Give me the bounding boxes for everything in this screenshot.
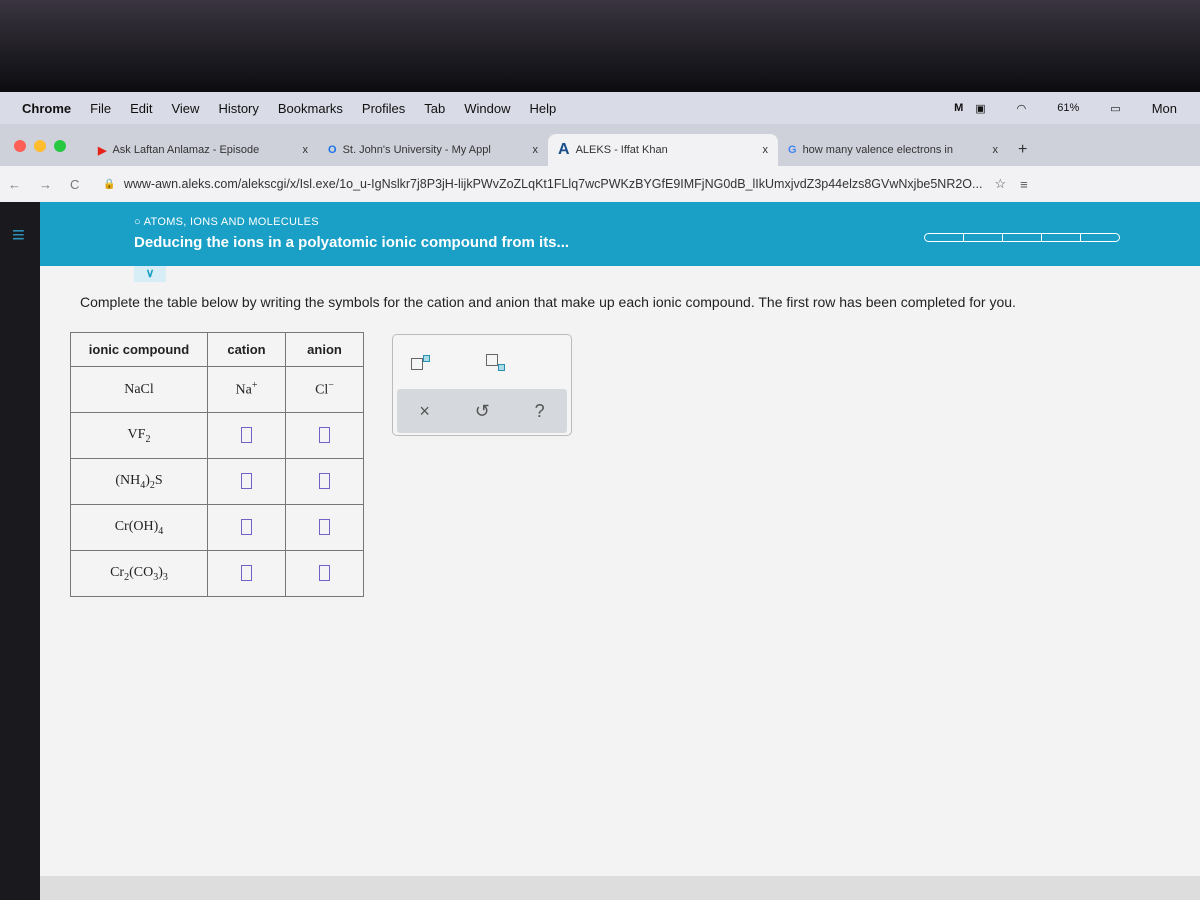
circle-o-icon: O xyxy=(328,144,337,156)
page-title: Deducing the ions in a polyatomic ionic … xyxy=(134,234,570,251)
menu-edit[interactable]: Edit xyxy=(130,101,152,116)
menu-history[interactable]: History xyxy=(218,101,258,116)
back-icon[interactable]: ← xyxy=(8,177,21,192)
table-row: (NH4)2S xyxy=(70,458,364,505)
cation-input[interactable] xyxy=(241,427,252,444)
anion-input[interactable] xyxy=(319,473,330,490)
col-header: cation xyxy=(207,332,286,367)
collapse-chevron-icon[interactable]: ∨ xyxy=(134,266,166,282)
compound: Cr2(CO3)3 xyxy=(70,550,208,597)
help-button[interactable]: ? xyxy=(535,401,545,422)
wifi-icon[interactable]: ◠ xyxy=(1017,102,1027,115)
anion-input[interactable] xyxy=(319,427,330,444)
tab-aleks[interactable]: A ALEKS - Iffat Khan x xyxy=(548,134,778,166)
tab-bar: ▶ Ask Laftan Anlamaz - Episode x O St. John… xyxy=(0,124,1200,166)
compound: (NH4)2S xyxy=(70,458,208,505)
aleks-a-icon: A xyxy=(558,141,570,158)
menu-bar: Chrome File Edit View History Bookmarks … xyxy=(0,92,1200,124)
tab-st-johns[interactable]: O St. John's University - My Appl x xyxy=(318,134,548,166)
anion-input[interactable] xyxy=(319,519,330,536)
aleks-header: ≡ ○ ATOMS, IONS AND MOLECULES Deducing t… xyxy=(12,202,1200,266)
malwarebytes-icon[interactable]: M xyxy=(954,102,963,114)
url-field[interactable]: www-awn.aleks.com/alekscgi/x/Isl.exe/1o_… xyxy=(124,177,983,191)
ions-table: ionic compound cation anion NaCl Na+ Cl− V… xyxy=(70,332,364,597)
anion-answer: Cl− xyxy=(285,366,364,413)
page-footer xyxy=(40,876,1200,900)
menu-tab[interactable]: Tab xyxy=(424,101,445,116)
menu-icon[interactable]: ≡ xyxy=(1020,177,1028,192)
menu-help[interactable]: Help xyxy=(530,101,557,116)
clock[interactable]: Mon xyxy=(1152,101,1177,116)
close-tab-icon[interactable]: x xyxy=(763,144,769,156)
cation-input[interactable] xyxy=(241,519,252,536)
bookmark-star-icon[interactable]: ☆ xyxy=(994,176,1006,192)
hamburger-menu-icon[interactable]: ≡ xyxy=(12,222,25,248)
calendar-icon[interactable]: ▣ xyxy=(975,102,985,115)
menu-profiles[interactable]: Profiles xyxy=(362,101,405,116)
screen-bezel xyxy=(0,0,1200,92)
cation-answer: Na+ xyxy=(207,366,286,413)
close-tab-icon[interactable]: x xyxy=(303,144,309,156)
close-tab-icon[interactable]: x xyxy=(533,144,539,156)
topic-label: ○ ATOMS, IONS AND MOLECULES xyxy=(134,216,319,228)
table-row: VF2 xyxy=(70,412,364,459)
math-toolbar: × ↺ ? xyxy=(392,334,572,436)
menu-app[interactable]: Chrome xyxy=(22,101,71,116)
maximize-window-button[interactable] xyxy=(54,140,66,152)
clear-button[interactable]: × xyxy=(419,401,430,422)
tab-youtube[interactable]: ▶ Ask Laftan Anlamaz - Episode x xyxy=(88,134,318,166)
new-tab-button[interactable]: + xyxy=(1008,134,1037,166)
compound: VF2 xyxy=(70,412,208,459)
address-bar: ← → C 🔒 www-awn.aleks.com/alekscgi/x/Isl.e… xyxy=(0,166,1200,202)
forward-icon[interactable]: → xyxy=(39,177,52,192)
cation-input[interactable] xyxy=(241,565,252,582)
table-row: Cr2(CO3)3 xyxy=(70,550,364,597)
youtube-icon: ▶ xyxy=(98,144,107,157)
google-icon: G xyxy=(788,144,797,156)
aleks-page: ≡ ○ ATOMS, IONS AND MOLECULES Deducing t… xyxy=(12,202,1200,882)
battery-percent[interactable]: 61% xyxy=(1057,102,1079,114)
compound: NaCl xyxy=(70,366,208,413)
menu-bookmarks[interactable]: Bookmarks xyxy=(278,101,343,116)
tab-google[interactable]: Ghow many valence electrons in x xyxy=(778,134,1008,166)
table-row: Cr(OH)4 xyxy=(70,504,364,551)
battery-icon: ▭ xyxy=(1110,102,1121,115)
menu-view[interactable]: View xyxy=(171,101,199,116)
close-tab-icon[interactable]: x xyxy=(993,144,999,156)
col-header: ionic compound xyxy=(70,332,208,367)
superscript-button[interactable] xyxy=(411,353,430,385)
table-row: NaCl Na+ Cl− xyxy=(70,366,364,413)
undo-button[interactable]: ↺ xyxy=(475,401,490,422)
col-header: anion xyxy=(285,332,364,367)
progress-bar xyxy=(924,233,1120,242)
instructions: Complete the table below by writing the … xyxy=(80,294,1016,310)
close-window-button[interactable] xyxy=(14,140,26,152)
anion-input[interactable] xyxy=(319,565,330,582)
subscript-button[interactable] xyxy=(486,353,505,385)
reload-icon[interactable]: C xyxy=(70,177,79,192)
menu-window[interactable]: Window xyxy=(464,101,510,116)
lock-icon: 🔒 xyxy=(103,178,116,190)
minimize-window-button[interactable] xyxy=(34,140,46,152)
compound: Cr(OH)4 xyxy=(70,504,208,551)
menu-file[interactable]: File xyxy=(90,101,111,116)
cation-input[interactable] xyxy=(241,473,252,490)
